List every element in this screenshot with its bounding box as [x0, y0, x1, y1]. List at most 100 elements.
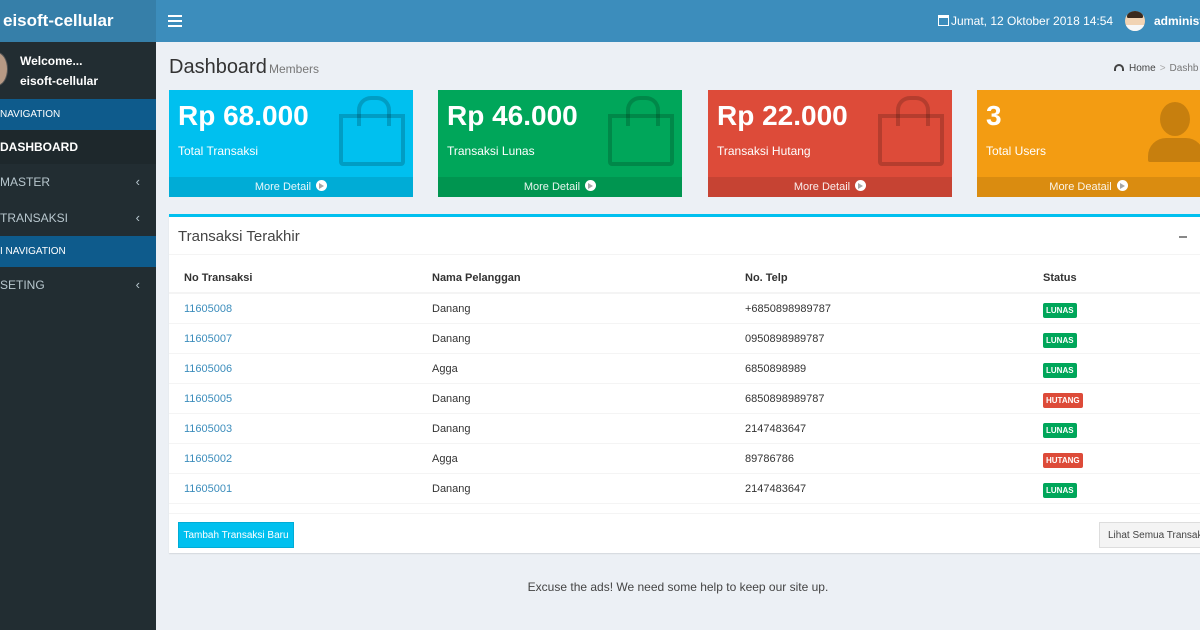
- shopping-bag-icon: [608, 96, 674, 166]
- transaction-number-link[interactable]: 11605008: [184, 303, 232, 315]
- stat-label: Transaksi Hutang: [717, 144, 811, 158]
- welcome-username: eisoft-cellular: [20, 74, 99, 88]
- user-avatar[interactable]: [1125, 11, 1145, 31]
- sidebar-item-label: SETING: [0, 278, 45, 292]
- breadcrumb-home[interactable]: Home: [1129, 63, 1156, 74]
- phone-number: 6850898989: [745, 363, 807, 375]
- arrow-circle-right-icon: [316, 180, 328, 191]
- transaction-number-link[interactable]: 11605003: [184, 423, 232, 435]
- chevron-left-icon: ‹: [135, 174, 140, 189]
- table-row: 11605003 Danang 2147483647 LUNAS: [169, 414, 1200, 444]
- panel-title: Transaksi Terakhir: [178, 228, 300, 245]
- add-transaction-button[interactable]: Tambah Transaksi Baru: [178, 522, 294, 548]
- table-row: 11605007 Danang 0950898989787 LUNAS: [169, 324, 1200, 354]
- table-row: 11605002 Agga 89786786 HUTANG: [169, 444, 1200, 474]
- top-navbar: Jumat, 12 Oktober 2018 14:54 administ: [156, 0, 1200, 42]
- more-detail-label: More Deatail: [1049, 181, 1112, 193]
- welcome-text: Welcome...: [20, 54, 83, 68]
- sidebar-item-master[interactable]: MASTER ‹: [0, 164, 156, 200]
- current-date: Jumat, 12 Oktober 2018 14:54: [938, 14, 1113, 28]
- stat-label: Transaksi Lunas: [447, 144, 535, 158]
- column-header: No. Telp: [745, 272, 788, 284]
- transaction-number-link[interactable]: 11605007: [184, 333, 232, 345]
- customer-name: Danang: [432, 303, 471, 315]
- collapse-minus-icon[interactable]: [1179, 236, 1187, 238]
- status-badge: LUNAS: [1043, 483, 1077, 498]
- breadcrumb: Home > Dashb: [1114, 63, 1198, 74]
- stat-box-transaksi-lunas: Rp 46.000 Transaksi Lunas More Detail: [438, 90, 682, 197]
- breadcrumb-separator: >: [1159, 63, 1166, 74]
- stat-label: Total Users: [986, 144, 1047, 158]
- table-row: 11605005 Danang 6850898989787 HUTANG: [169, 384, 1200, 414]
- phone-number: 2147483647: [745, 483, 807, 495]
- customer-name: Danang: [432, 333, 471, 345]
- sidebar-item-seting[interactable]: SETING ‹: [0, 267, 156, 303]
- arrow-circle-right-icon: [1116, 180, 1128, 191]
- table-row: 11605001 Danang 2147483647 LUNAS: [169, 474, 1200, 504]
- transaction-number-link[interactable]: 11605002: [184, 453, 232, 465]
- sidebar-item-label: MASTER: [0, 175, 51, 189]
- chevron-left-icon: ‹: [135, 210, 140, 225]
- customer-name: Danang: [432, 423, 471, 435]
- table-row: 11605006 Agga 6850898989 LUNAS: [169, 354, 1200, 384]
- arrow-circle-right-icon: [855, 180, 867, 191]
- sidebar-item-transaksi[interactable]: TRANSAKSI ‹: [0, 200, 156, 236]
- stat-box-transaksi-hutang: Rp 22.000 Transaksi Hutang More Detail: [708, 90, 952, 197]
- page-subtitle: Members: [269, 62, 320, 76]
- calendar-icon: [938, 15, 949, 26]
- sidebar-header-navigation-2: I NAVIGATION: [0, 236, 156, 267]
- sidebar-header-navigation: NAVIGATION: [0, 99, 156, 130]
- sidebar-item-dashboard[interactable]: DASHBOARD: [0, 130, 156, 164]
- status-badge: LUNAS: [1043, 333, 1077, 348]
- stat-amount: Rp 46.000: [447, 100, 578, 131]
- more-detail-link[interactable]: More Detail: [708, 177, 952, 197]
- dashboard-icon: [1114, 64, 1124, 71]
- more-detail-link[interactable]: More Deatail: [977, 177, 1200, 197]
- sidebar: Welcome... eisoft-cellular NAVIGATION DA…: [0, 42, 156, 630]
- user-panel: Welcome... eisoft-cellular: [0, 42, 156, 99]
- user-menu[interactable]: administ: [1154, 14, 1200, 28]
- view-all-transactions-button[interactable]: Lihat Semua Transaksi: [1099, 522, 1200, 548]
- transaction-number-link[interactable]: 11605006: [184, 363, 232, 375]
- current-date-text: Jumat, 12 Oktober 2018 14:54: [951, 14, 1114, 28]
- page-title: Dashboard: [169, 56, 267, 78]
- status-badge: HUTANG: [1043, 393, 1083, 408]
- customer-name: Agga: [432, 453, 458, 465]
- column-header: No Transaksi: [184, 272, 253, 284]
- more-detail-label: More Detail: [254, 181, 312, 193]
- phone-number: 0950898989787: [745, 333, 825, 345]
- stat-amount: Rp 68.000: [178, 100, 309, 131]
- menu-toggle-icon[interactable]: [168, 12, 182, 30]
- more-detail-link[interactable]: More Detail: [438, 177, 682, 197]
- customer-name: Agga: [432, 363, 458, 375]
- phone-number: 2147483647: [745, 423, 807, 435]
- phone-number: +6850898989787: [745, 303, 831, 315]
- column-header: Nama Pelanggan: [432, 272, 521, 284]
- transaction-number-link[interactable]: 11605005: [184, 393, 232, 405]
- stat-box-total-users: 3 Total Users More Deatail: [977, 90, 1200, 197]
- status-badge: HUTANG: [1043, 453, 1083, 468]
- more-detail-link[interactable]: More Detail: [169, 177, 413, 197]
- table-header: No Transaksi Nama Pelanggan No. Telp Sta…: [169, 267, 1200, 294]
- arrow-circle-right-icon: [585, 180, 597, 191]
- recent-transactions-panel: Transaksi Terakhir No Transaksi Nama Pel…: [169, 214, 1200, 553]
- phone-number: 89786786: [745, 453, 794, 465]
- more-detail-label: More Detail: [793, 181, 851, 193]
- user-icon: [1146, 102, 1200, 166]
- transaction-number-link[interactable]: 11605001: [184, 483, 232, 495]
- breadcrumb-current: Dashb: [1169, 63, 1199, 74]
- sidebar-item-label: TRANSAKSI: [0, 211, 69, 225]
- brand-logo[interactable]: eisoft-cellular: [0, 0, 156, 42]
- stat-label: Total Transaksi: [178, 144, 259, 158]
- stat-amount: 3: [986, 100, 1002, 131]
- shopping-bag-icon: [339, 96, 405, 166]
- phone-number: 6850898989787: [745, 393, 825, 405]
- customer-name: Danang: [432, 483, 471, 495]
- status-badge: LUNAS: [1043, 363, 1077, 378]
- more-detail-label: More Detail: [523, 181, 581, 193]
- status-badge: LUNAS: [1043, 423, 1077, 438]
- sidebar-item-label: DASHBOARD: [0, 140, 78, 154]
- chevron-left-icon: ‹: [135, 277, 140, 292]
- status-badge: LUNAS: [1043, 303, 1077, 318]
- footer-note: Excuse the ads! We need some help to kee…: [527, 580, 829, 594]
